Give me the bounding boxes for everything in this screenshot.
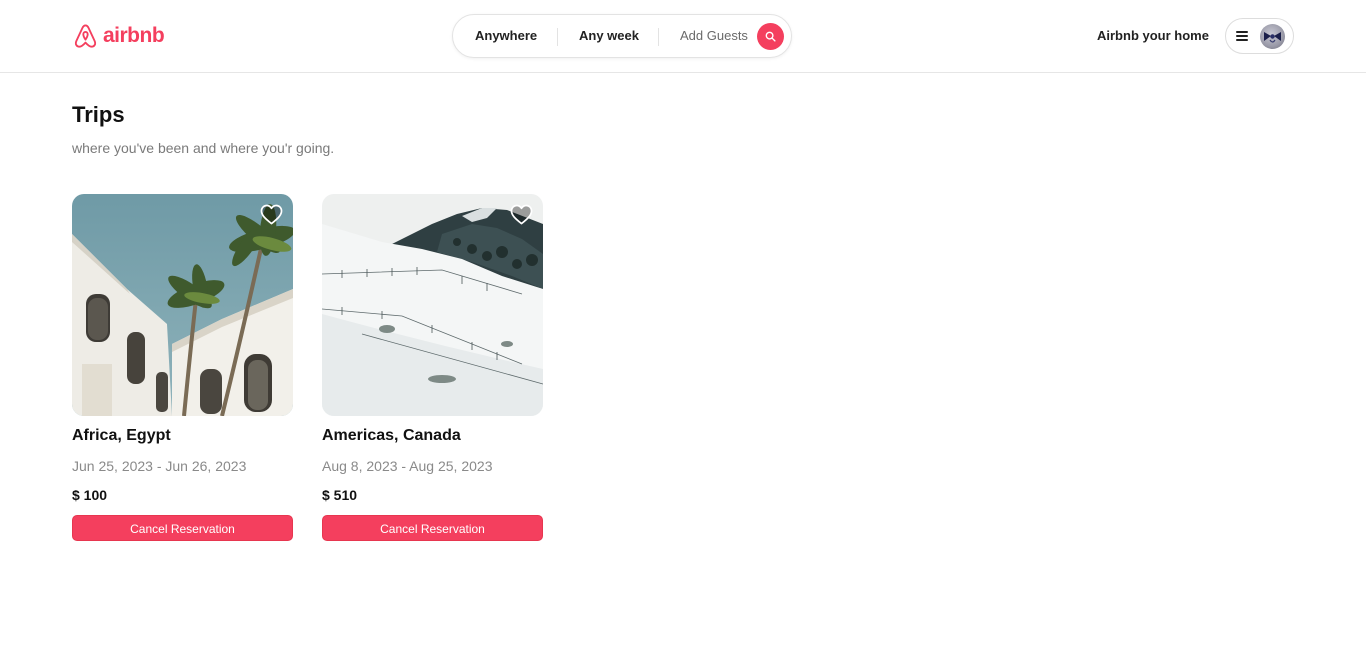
page-title: Trips — [72, 102, 125, 127]
search-date-button[interactable]: Any week — [579, 15, 639, 57]
trip-location: Africa, Egypt — [72, 427, 171, 444]
airbnb-your-home-link[interactable]: Airbnb your home — [1097, 26, 1209, 46]
user-menu-button[interactable] — [1225, 18, 1294, 54]
search-bar[interactable]: Anywhere Any week Add Guests — [452, 14, 792, 58]
search-guests-button[interactable]: Add Guests — [680, 15, 748, 57]
trip-dates: Aug 8, 2023 - Aug 25, 2023 — [322, 458, 493, 474]
trip-dates: Jun 25, 2023 - Jun 26, 2023 — [72, 458, 247, 474]
search-icon — [765, 31, 776, 42]
brand-name: airbnb — [103, 24, 165, 47]
trip-location: Americas, Canada — [322, 427, 461, 444]
page-subtitle: where you've been and where you'r going. — [72, 140, 335, 156]
airbnb-logo[interactable]: airbnb — [72, 22, 165, 50]
favorite-button[interactable] — [260, 204, 283, 225]
avatar-image — [1264, 32, 1281, 43]
trip-price: $ 100 — [72, 487, 108, 503]
trip-card: Africa, Egypt Jun 25, 2023 - Jun 26, 202… — [72, 194, 294, 541]
heart-icon — [260, 204, 283, 225]
search-submit-button[interactable] — [757, 23, 784, 50]
building-palm-photo — [72, 194, 293, 416]
trip-card: Americas, Canada Aug 8, 2023 - Aug 25, 2… — [322, 194, 544, 541]
cancel-reservation-button[interactable]: Cancel Reservation — [322, 515, 543, 541]
search-divider — [658, 28, 659, 46]
cancel-reservation-button[interactable]: Cancel Reservation — [72, 515, 293, 541]
avatar — [1260, 24, 1285, 49]
search-location-button[interactable]: Anywhere — [475, 15, 537, 57]
hamburger-icon — [1236, 30, 1248, 42]
top-navbar: airbnb Anywhere Any week Add Guests Airb… — [0, 0, 1366, 73]
trip-image[interactable] — [322, 194, 543, 416]
snowy-hill-photo — [322, 194, 543, 416]
heart-icon — [510, 204, 533, 225]
trip-image[interactable] — [72, 194, 293, 416]
favorite-button[interactable] — [510, 204, 533, 225]
trip-price: $ 510 — [322, 487, 358, 503]
airbnb-logo-icon — [74, 24, 97, 48]
search-divider — [557, 28, 558, 46]
